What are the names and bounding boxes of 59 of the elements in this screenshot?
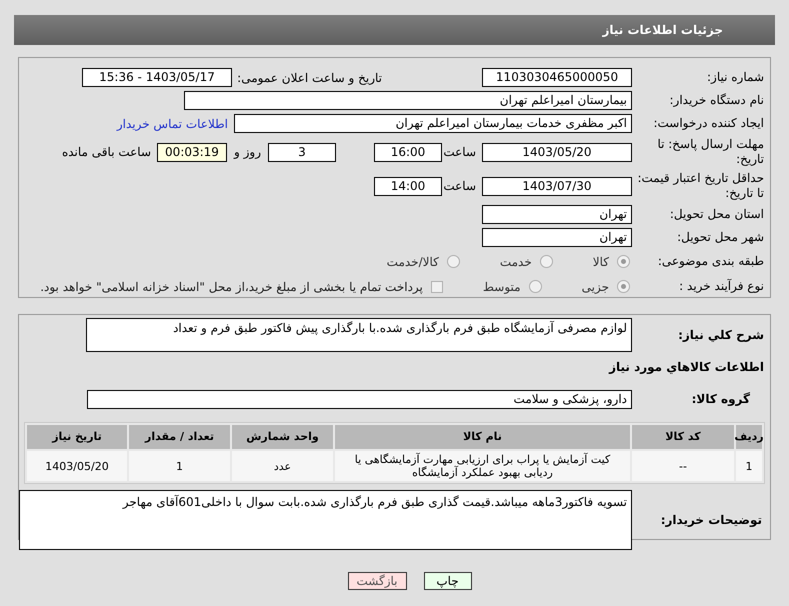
column-header: تعداد / مقدار <box>129 425 230 449</box>
text-field[interactable]: دارو، پزشکی و سلامت <box>87 390 632 409</box>
field-label: روز و <box>234 144 261 162</box>
print-button[interactable]: چاپ <box>424 572 472 590</box>
field-label: استان محل تحویل: <box>668 207 764 222</box>
column-header: ردیف <box>736 425 762 449</box>
radio-button[interactable] <box>528 280 542 294</box>
text-field[interactable]: اکبر مظفری خدمات بیمارستان امیراعلم تهران <box>234 114 632 133</box>
radio-label: جزیی <box>582 278 609 296</box>
text-field[interactable]: 1403/07/30 <box>482 176 632 196</box>
radio-button[interactable] <box>446 255 460 268</box>
field-label: شرح كلي نياز: <box>677 327 764 343</box>
field-label: حداقل تاریخ اعتبار قیمت: تا تاریخ: <box>636 171 764 202</box>
text-field[interactable]: 00:03:19 <box>157 142 227 162</box>
text-field[interactable]: بیمارستان امیراعلم تهران <box>184 91 632 110</box>
column-header: واحد شمارش <box>232 425 333 449</box>
column-header: کد کالا <box>632 425 734 449</box>
field-label: نام دستگاه خریدار: <box>668 93 764 108</box>
text-field[interactable]: 3 <box>268 142 336 162</box>
table-cell: 1 <box>736 451 762 481</box>
text-field[interactable]: 1403/05/17 - 15:36 <box>82 68 232 87</box>
radio-label: کالا <box>592 254 609 271</box>
table-cell: 1403/05/20 <box>27 451 127 481</box>
field-label: ایجاد کننده درخواست: <box>652 116 764 131</box>
text-field[interactable]: 14:00 <box>374 176 442 196</box>
field-label: نوع فرآیند خرید : <box>678 279 764 294</box>
table-cell: عدد <box>232 451 333 481</box>
field-label: مهلت ارسال پاسخ: تا تاریخ: <box>656 137 764 168</box>
field-label: تاریخ و ساعت اعلان عمومی: <box>236 70 382 86</box>
radio-label: خدمت <box>500 254 532 271</box>
description-textarea[interactable]: لوازم مصرفی آزمایشگاه طبق فرم بارگذاری شده.با بارگذاری پیش فاکتور طبق فرم و تعداد <box>86 318 632 352</box>
checkbox-label: پرداخت تمام یا بخشی از مبلغ خرید،از محل "اسناد خزانه اسلامی" خواهد بود. <box>40 278 423 296</box>
field-label: گروه کالا: <box>690 392 751 407</box>
radio-button[interactable] <box>540 255 553 268</box>
field-label: توضیحات خریدار: <box>660 512 763 528</box>
page-title: جزئیات اطلاعات نیاز <box>602 22 723 39</box>
radio-button[interactable] <box>617 280 630 294</box>
field-label: طبقه بندی موضوعی: <box>656 254 764 270</box>
text-field[interactable]: 16:00 <box>374 142 442 162</box>
contact-link[interactable]: اطلاعات تماس خریدار <box>116 114 228 132</box>
notes-textarea[interactable]: تسویه فاکتور3ماهه میباشد.قیمت گذاری طبق فرم بارگذاری شده.بابت سوال با داخلی601آقای مهاجر <box>19 490 632 550</box>
radio-label: کالا/خدمت <box>386 254 439 271</box>
radio-button[interactable] <box>617 255 630 268</box>
field-label: شهر محل تحویل: <box>676 230 764 246</box>
text-field[interactable]: تهران <box>482 228 632 248</box>
table-cell: کیت آزمایش یا پراب برای ارزیابی مهارت آزمایشگاهی یا ردیابی بهبود عملکرد آزمایشگاه <box>335 451 630 481</box>
column-header: نام کالا <box>335 425 630 449</box>
field-label: شماره نیاز: <box>706 70 764 85</box>
field-label: ساعت باقی مانده <box>62 144 151 162</box>
table-cell: 1 <box>129 451 230 481</box>
back-button[interactable]: بازگشت <box>348 572 406 590</box>
radio-label: متوسط <box>482 278 521 296</box>
checkbox[interactable] <box>430 280 443 293</box>
column-header: تاریخ نیاز <box>27 425 127 449</box>
text-field[interactable]: 1403/05/20 <box>482 142 632 162</box>
section-heading: اطلاعات كالاهاي مورد نياز <box>609 359 764 376</box>
text-field[interactable]: 1103030465000050 <box>482 68 632 87</box>
text-field[interactable]: تهران <box>482 205 632 224</box>
table-cell: -- <box>632 451 734 481</box>
